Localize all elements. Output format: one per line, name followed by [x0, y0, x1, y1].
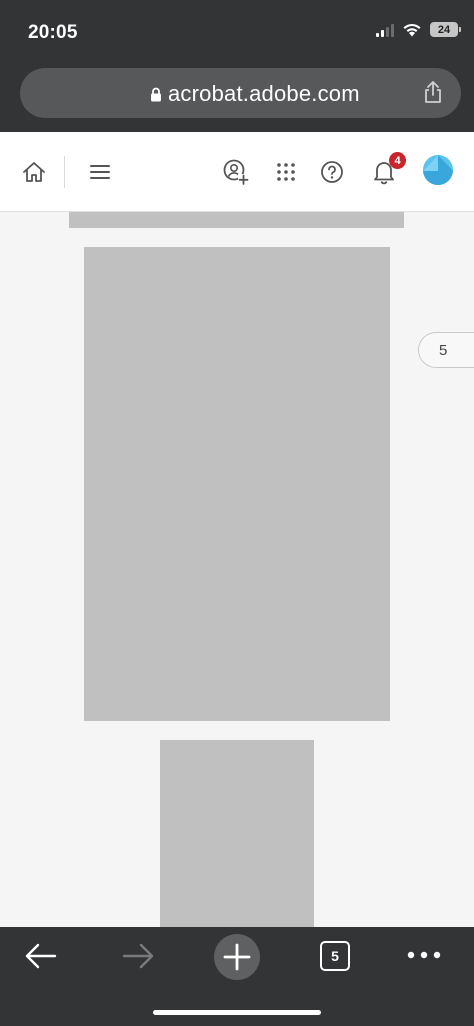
address-bar[interactable]: acrobat.adobe.com: [20, 68, 461, 118]
share-people-button[interactable]: [218, 154, 254, 190]
add-user-icon: [223, 159, 249, 185]
document-viewer[interactable]: [0, 212, 474, 927]
more-button[interactable]: [404, 945, 444, 965]
plus-icon: [223, 943, 251, 971]
url-display[interactable]: acrobat.adobe.com: [150, 81, 360, 107]
app-grid-icon: [277, 163, 295, 181]
page-thumbnail-previous[interactable]: [69, 212, 404, 228]
battery-icon: 24: [430, 22, 461, 37]
back-arrow-icon: [25, 943, 57, 969]
lock-icon: [151, 87, 161, 101]
forward-button[interactable]: [119, 939, 157, 973]
hamburger-menu-icon: [90, 165, 110, 179]
page-thumbnail-next[interactable]: [160, 740, 314, 927]
home-icon: [23, 162, 45, 182]
tabs-button[interactable]: 5: [320, 941, 350, 971]
wifi-icon: [403, 23, 421, 37]
more-dots-icon: [407, 951, 441, 959]
help-button[interactable]: [314, 154, 350, 190]
home-button[interactable]: [16, 154, 52, 190]
status-icons: 24: [376, 22, 461, 37]
app-toolbar: [0, 132, 474, 212]
battery-level: 24: [437, 23, 451, 36]
toolbar-divider: [64, 156, 65, 188]
status-time: 20:05: [28, 22, 78, 43]
share-icon: [425, 81, 441, 103]
avatar-icon: [423, 155, 453, 185]
forward-arrow-icon: [122, 943, 154, 969]
menu-button[interactable]: [82, 154, 118, 190]
notification-badge: 4: [389, 152, 406, 169]
cellular-signal-icon: [376, 23, 394, 37]
page-number-indicator[interactable]: 5: [418, 332, 474, 368]
share-button[interactable]: [423, 80, 443, 109]
url-text: acrobat.adobe.com: [168, 81, 360, 106]
browser-top-bar: 20:05 24 acrobat.adobe.com: [0, 0, 474, 132]
page-thumbnail-current[interactable]: [84, 247, 390, 721]
help-icon: [321, 161, 343, 183]
apps-button[interactable]: [268, 154, 304, 190]
back-button[interactable]: [22, 939, 60, 973]
home-indicator[interactable]: [153, 1010, 321, 1015]
new-tab-button[interactable]: [214, 934, 260, 980]
avatar[interactable]: [423, 155, 453, 185]
